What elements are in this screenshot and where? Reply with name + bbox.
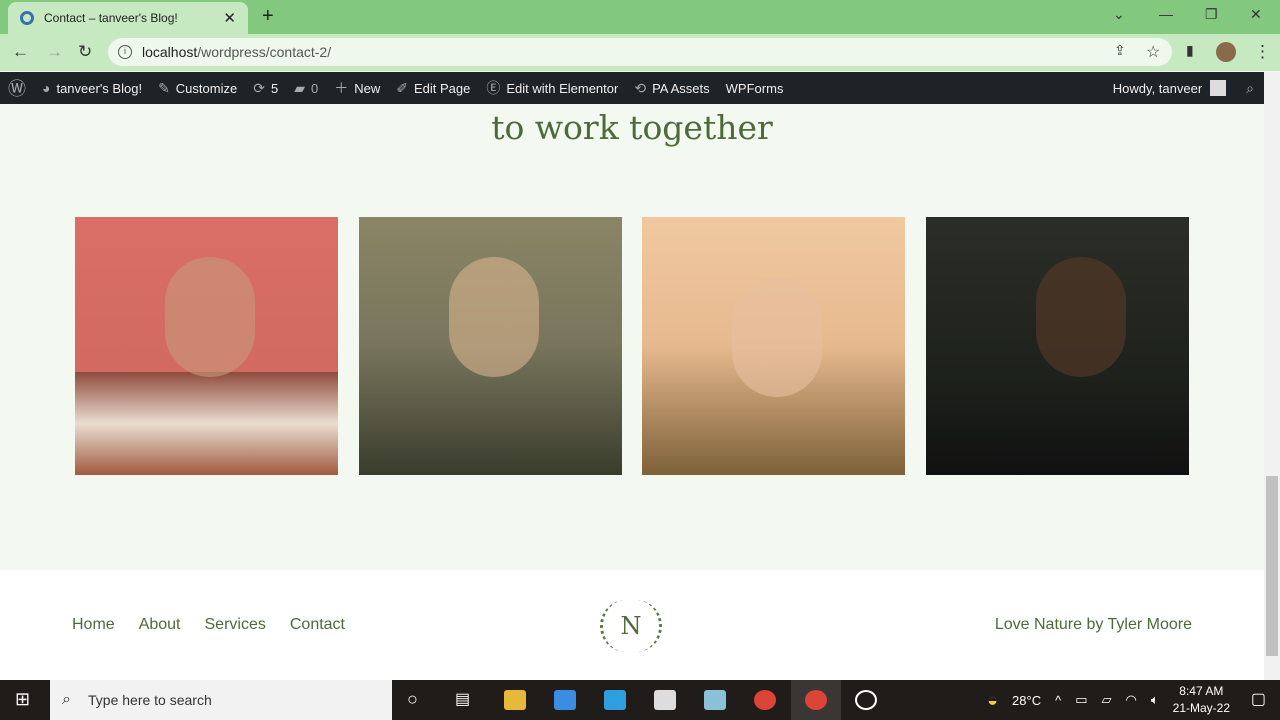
system-tray: ◒ 28°C ^ ▭ ▱ ◠ 🔈︎ 8:47 AM 21-May-22 [987,680,1230,720]
minimize-icon[interactable]: — [1159,6,1173,22]
url-host: localhost [142,44,198,60]
pa-assets-link[interactable]: ⟲ PA Assets [626,80,717,97]
pa-assets-label: PA Assets [652,80,710,96]
elementor-icon: Ⓔ [486,80,501,96]
clock[interactable]: 8:47 AM 21-May-22 [1173,683,1230,717]
menu-icon[interactable]: ⋮ [1254,42,1271,62]
edit-page-link[interactable]: ✐ Edit Page [388,80,478,97]
user-avatar[interactable] [1210,80,1227,96]
new-link[interactable]: ＋ New [326,78,388,98]
mail-icon[interactable] [604,690,626,710]
customize-label: Customize [175,80,238,96]
media-player-icon[interactable] [654,690,676,710]
site-footer: Home About Services Contact N Love Natur… [0,570,1264,680]
plus-icon: ＋ [334,80,349,96]
browser-tab-strip: Contact – tanveer's Blog! ✕ + ⌄ — ❐ ✕ [0,0,1280,34]
side-panel-icon[interactable]: ▮ [1186,42,1194,59]
customize-link[interactable]: ✎ Customize [150,80,245,97]
close-tab-icon[interactable]: ✕ [223,9,236,27]
url-path: /wordpress/contact-2/ [197,44,332,60]
file-explorer-icon[interactable] [504,690,526,710]
tab-title: Contact – tanveer's Blog! [44,11,178,25]
new-tab-icon[interactable]: + [262,5,274,28]
tray-chevron-icon[interactable]: ^ [1055,693,1061,708]
share-icon[interactable]: ⇪ [1114,42,1126,59]
bookmark-star-icon[interactable]: ☆ [1146,42,1160,62]
taskbar-search-input[interactable]: ⌕ Type here to search [50,680,392,720]
close-window-icon[interactable]: ✕ [1250,6,1262,23]
wpforms-label: WPForms [725,80,784,96]
scrollbar-thumb[interactable] [1266,476,1278,656]
pencil-icon: ✐ [396,79,408,96]
site-info-icon[interactable]: i [118,45,132,59]
elementor-label: Edit with Elementor [506,80,619,96]
windows-taskbar: ⊞ ⌕ Type here to search ○ ▤ ◒ 28°C ^ ▭ ▱… [0,680,1280,720]
page-content: to work together [0,104,1264,570]
footer-nav-services[interactable]: Services [205,616,266,634]
site-logo[interactable]: N [600,600,662,652]
cortana-icon[interactable]: ○ [407,689,418,710]
battery-icon[interactable]: ▱ [1101,692,1111,708]
team-photo-3 [642,217,905,475]
search-placeholder: Type here to search [88,692,212,708]
footer-nav-contact[interactable]: Contact [290,616,345,634]
tab-search-icon[interactable]: ⌄ [1113,6,1125,23]
footer-nav-about[interactable]: About [139,616,181,634]
footer-nav: Home About Services Contact [72,616,345,634]
back-icon[interactable]: ← [12,42,29,62]
wp-logo-icon[interactable]: Ⓦ [0,75,34,101]
task-view-icon[interactable]: ▤ [455,689,470,709]
wifi-icon[interactable]: ◠ [1125,692,1136,708]
chrome-profile-icon [805,690,827,710]
edit-page-label: Edit Page [413,80,471,96]
updates-count: 5 [270,80,279,96]
wp-admin-bar: Ⓦ ◕ tanveer's Blog! ✎ Customize ⟳ 5 ▰ 0 ＋ New… [0,72,1264,104]
section-heading: to work together [491,108,773,147]
obs-icon[interactable] [855,690,877,710]
volume-icon[interactable]: 🔈︎ [1151,692,1159,708]
updates-icon: ⟳ [253,79,265,96]
notepad-icon[interactable] [704,690,726,710]
time: 8:47 AM [1179,684,1224,698]
howdy-user[interactable]: Howdy, tanveer [1113,81,1202,96]
meet-icon[interactable]: ▭ [1075,692,1087,708]
profile-avatar[interactable] [1216,42,1236,62]
notifications-icon[interactable]: ▢ [1251,689,1266,709]
weather-icon[interactable]: ◒ [987,690,998,711]
chrome-active-app[interactable] [791,680,841,720]
date: 21-May-22 [1172,701,1230,715]
store-icon[interactable] [554,690,576,710]
elementor-link[interactable]: Ⓔ Edit with Elementor [478,78,626,98]
team-photo-2 [359,217,622,475]
site-name-link[interactable]: ◕ tanveer's Blog! [34,80,150,96]
pa-assets-icon: ⟲ [634,79,647,96]
site-name: tanveer's Blog! [56,80,143,96]
search-icon[interactable]: ⌕ [1246,80,1254,97]
brush-icon: ✎ [158,79,170,96]
search-icon: ⌕ [62,691,71,708]
dashboard-icon: ◕ [42,80,51,96]
footer-credit: Love Nature by Tyler Moore [994,616,1192,633]
page-scrollbar[interactable] [1264,72,1280,680]
site-favicon-icon [20,11,34,25]
comments-count: 0 [310,80,319,96]
windows-start-icon[interactable]: ⊞ [15,689,30,710]
footer-nav-home[interactable]: Home [72,616,115,634]
chrome-icon[interactable] [754,690,776,710]
new-label: New [354,80,381,96]
reload-icon[interactable]: ↻ [78,42,92,62]
browser-tab[interactable]: Contact – tanveer's Blog! ✕ [8,2,248,34]
team-photo-1 [75,217,338,475]
url-input[interactable]: i localhost/wordpress/contact-2/ [108,38,1172,66]
comments-link[interactable]: ▰ 0 [286,80,326,97]
team-photo-4 [926,217,1189,475]
forward-icon[interactable]: → [46,42,63,62]
comment-icon: ▰ [294,79,305,96]
temperature[interactable]: 28°C [1012,693,1041,708]
restore-icon[interactable]: ❐ [1205,6,1218,23]
updates-link[interactable]: ⟳ 5 [245,80,286,97]
wpforms-link[interactable]: WPForms [718,81,792,96]
